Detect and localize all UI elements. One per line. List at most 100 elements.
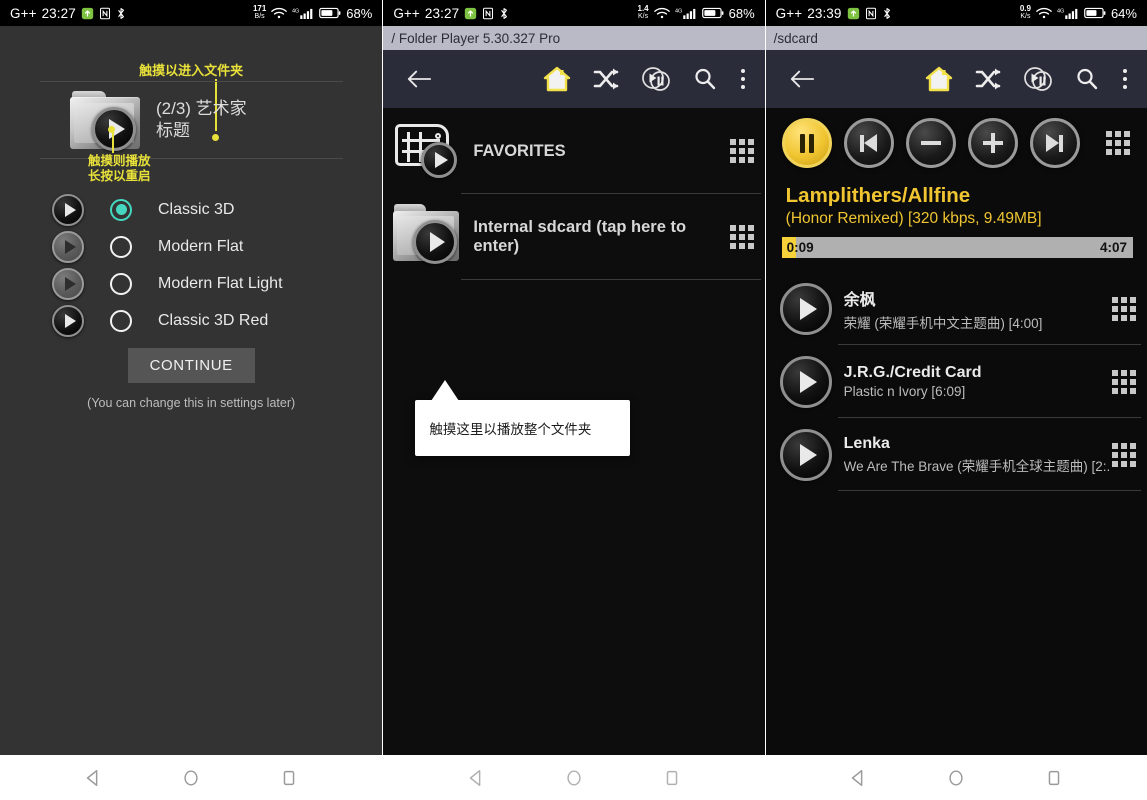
wifi-icon xyxy=(1036,7,1052,20)
network-rate: 0.9 K/s xyxy=(1020,5,1031,21)
settings-footnote: (You can change this in settings later) xyxy=(87,396,296,410)
nav-recents-icon[interactable] xyxy=(662,768,682,788)
theme-label-modern-flat-light: Modern Flat Light xyxy=(158,274,283,292)
track-list: 余枫 荣耀 (荣耀手机中文主题曲) [4:00] J.R.G./Credit C… xyxy=(766,272,1147,491)
nfc-icon xyxy=(482,7,494,20)
nav-home-icon[interactable] xyxy=(181,768,201,788)
play-pause-icon[interactable] xyxy=(1023,65,1053,93)
radio-modern-flat[interactable] xyxy=(110,235,132,258)
theme-chooser-body: 触摸以进入文件夹 (2/3) 艺术家 标题 触摸则播放 长按以重启 Classi… xyxy=(0,26,383,755)
next-button[interactable] xyxy=(1029,118,1080,168)
track-row[interactable]: Lenka We Are The Brave (荣耀手机全球主题曲) [2:.. xyxy=(766,418,1147,491)
track-row[interactable]: J.R.G./Credit Card Plastic n Ivory [6:09… xyxy=(766,345,1147,418)
total-time: 4:07 xyxy=(1099,240,1127,255)
list-item-internal-sdcard[interactable]: Internal sdcard (tap here to enter) xyxy=(383,194,764,280)
status-bar-left: G++ 23:39 xyxy=(776,6,892,21)
status-bar-right: 171 B/s 4G 68% xyxy=(253,5,372,21)
status-clock: 23:27 xyxy=(41,5,76,21)
favorites-play-icon[interactable] xyxy=(421,142,458,178)
nfc-icon xyxy=(865,7,877,20)
list-item-favorites[interactable]: FAVORITES xyxy=(383,108,764,194)
track-title: 余枫 xyxy=(843,291,876,309)
theme-option-list: Classic 3D Modern Flat Modern Flat Light xyxy=(0,191,382,339)
battery-percent: 68% xyxy=(728,5,755,21)
sample-folder-title: (2/3) 艺术家 xyxy=(156,99,247,118)
preview-play-icon[interactable] xyxy=(52,193,84,226)
nav-home-icon[interactable] xyxy=(564,768,584,788)
more-vert-icon[interactable] xyxy=(1121,67,1129,91)
upload-icon xyxy=(81,7,94,20)
row-menu-grid-icon[interactable] xyxy=(729,224,755,250)
bluetooth-icon xyxy=(882,7,892,20)
shuffle-icon[interactable] xyxy=(975,67,1001,91)
network-rate: 171 B/s xyxy=(253,5,266,21)
play-pause-icon[interactable] xyxy=(641,65,671,93)
nav-home-icon[interactable] xyxy=(946,768,966,788)
internal-sdcard-label: Internal sdcard (tap here to enter) xyxy=(473,218,687,255)
status-bar-right: 0.9 K/s 4G 64% xyxy=(1020,5,1137,21)
nav-back-icon[interactable] xyxy=(466,768,486,788)
home-icon[interactable] xyxy=(543,66,571,92)
svg-text:4G: 4G xyxy=(675,8,682,14)
panel-folder-browser: G++ 23:27 1.4 K/s 4G 68% / Folder Player… xyxy=(383,0,765,800)
volume-down-button[interactable] xyxy=(905,118,956,168)
track-play-icon[interactable] xyxy=(779,428,838,481)
row-menu-grid-icon[interactable] xyxy=(1111,442,1137,468)
preview-play-icon[interactable] xyxy=(52,267,84,300)
row-menu-grid-icon[interactable] xyxy=(1111,296,1137,322)
track-row[interactable]: 余枫 荣耀 (荣耀手机中文主题曲) [4:00] xyxy=(766,272,1147,345)
track-title: Lenka xyxy=(843,434,890,452)
favorites-label: FAVORITES xyxy=(473,141,566,160)
radio-classic-3d-red[interactable] xyxy=(110,309,132,332)
theme-label-classic-3d-red: Classic 3D Red xyxy=(158,311,269,329)
track-subtitle: 荣耀 (荣耀手机中文主题曲) [4:00] xyxy=(843,315,1043,331)
theme-option-classic-3d[interactable]: Classic 3D xyxy=(0,191,382,228)
app-toolbar xyxy=(765,50,1147,108)
shuffle-icon[interactable] xyxy=(593,67,619,91)
volume-up-button[interactable] xyxy=(967,118,1018,168)
network-rate-value: 1.4 xyxy=(637,4,649,13)
pause-button[interactable] xyxy=(781,118,832,168)
track-play-icon[interactable] xyxy=(779,355,838,408)
preview-play-icon[interactable] xyxy=(52,304,84,337)
theme-option-classic-3d-red[interactable]: Classic 3D Red xyxy=(0,302,382,339)
folder-play-icon[interactable] xyxy=(413,220,458,264)
battery-icon xyxy=(1084,7,1106,19)
radio-classic-3d[interactable] xyxy=(110,198,132,221)
nav-back-icon[interactable] xyxy=(83,768,103,788)
battery-percent: 64% xyxy=(1110,5,1137,21)
track-title: J.R.G./Credit Card xyxy=(843,364,982,381)
home-icon[interactable] xyxy=(925,66,953,92)
back-arrow-icon[interactable] xyxy=(780,68,824,90)
nav-back-icon[interactable] xyxy=(848,768,868,788)
seek-bar[interactable]: 0:09 4:07 xyxy=(781,237,1133,258)
nav-recents-icon[interactable] xyxy=(1044,768,1064,788)
more-vert-icon[interactable] xyxy=(739,67,747,91)
nfc-icon xyxy=(99,7,111,20)
search-icon[interactable] xyxy=(1075,67,1099,91)
path-bar: / Folder Player 5.30.327 Pro xyxy=(383,26,765,50)
row-menu-grid-icon[interactable] xyxy=(729,138,755,164)
sample-folder-row[interactable]: (2/3) 艺术家 标题 xyxy=(70,89,247,151)
toolbar-actions xyxy=(543,65,751,93)
radio-modern-flat-light[interactable] xyxy=(110,272,132,295)
row-menu-grid-icon[interactable] xyxy=(1111,369,1137,395)
theme-label-modern-flat: Modern Flat xyxy=(158,237,244,255)
track-play-icon[interactable] xyxy=(779,282,838,335)
theme-option-modern-flat-light[interactable]: Modern Flat Light xyxy=(0,265,382,302)
preview-play-icon[interactable] xyxy=(52,230,84,263)
path-bar: /sdcard xyxy=(765,26,1147,50)
playlist-grid-icon[interactable] xyxy=(1105,130,1131,156)
status-bar: G++ 23:39 0.9 K/s 4G 64% xyxy=(765,0,1147,26)
hint-enter-folder: 触摸以进入文件夹 xyxy=(139,63,244,78)
row-separator xyxy=(837,490,1141,491)
nav-recents-icon[interactable] xyxy=(279,768,299,788)
wifi-icon xyxy=(653,7,670,20)
svg-text:4G: 4G xyxy=(292,8,299,14)
back-arrow-icon[interactable] xyxy=(397,68,441,90)
theme-option-modern-flat[interactable]: Modern Flat xyxy=(0,228,382,265)
search-icon[interactable] xyxy=(693,67,717,91)
previous-button[interactable] xyxy=(843,118,894,168)
continue-button[interactable]: CONTINUE xyxy=(127,348,255,383)
sample-folder-label: (2/3) 艺术家 标题 xyxy=(156,98,247,142)
